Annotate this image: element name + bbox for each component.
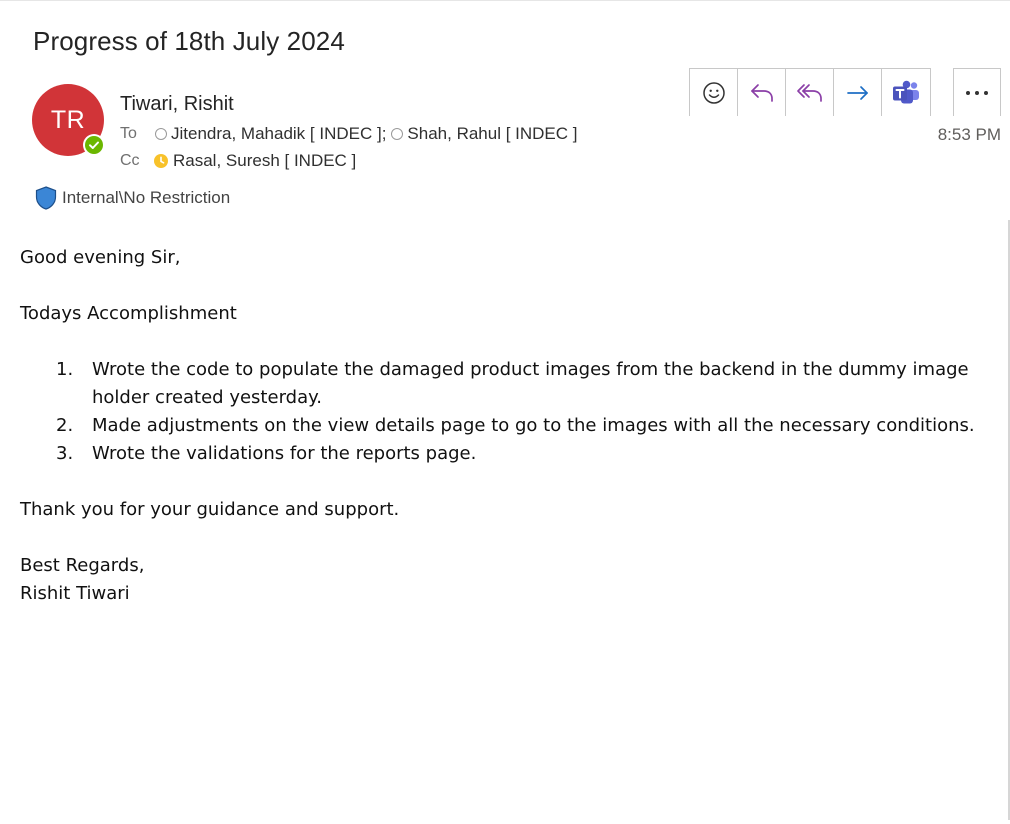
sender-name[interactable]: Tiwari, Rishit — [120, 93, 234, 116]
closing-text: Best Regards, — [20, 555, 145, 576]
thanks-text: Thank you for your guidance and support. — [20, 499, 400, 520]
presence-available-icon — [83, 134, 105, 156]
list-number: 3. — [56, 443, 74, 464]
list-item: 3. Wrote the validations for the reports… — [20, 440, 990, 468]
presence-away-icon — [154, 154, 168, 168]
emoji-icon — [702, 81, 725, 104]
to-label: To — [120, 125, 137, 142]
recipient-name[interactable]: Shah, Rahul [ INDEC ] — [407, 124, 577, 144]
email-body: Good evening Sir, Todays Accomplishment … — [20, 244, 990, 608]
greeting-text: Good evening Sir, — [20, 247, 181, 268]
forward-icon — [846, 85, 868, 100]
more-icon — [966, 90, 988, 95]
cc-label: Cc — [120, 152, 140, 169]
body-heading: Todays Accomplishment — [20, 303, 237, 324]
teams-icon — [893, 80, 919, 103]
reply-all-icon — [796, 83, 822, 102]
more-actions-button[interactable] — [953, 68, 1001, 116]
cc-recipients: Rasal, Suresh [ INDEC ] — [154, 151, 356, 171]
list-item: 2. Made adjustments on the view details … — [20, 412, 990, 440]
signature-text: Rishit Tiwari — [20, 583, 130, 604]
sent-time: 8:53 PM — [937, 125, 1001, 144]
list-number: 1. — [56, 359, 74, 380]
reply-button[interactable] — [738, 69, 786, 116]
list-item-text: Wrote the validations for the reports pa… — [92, 443, 477, 464]
recipient-name[interactable]: Rasal, Suresh [ INDEC ] — [173, 151, 356, 171]
reply-icon — [750, 83, 773, 102]
list-item-text: Made adjustments on the view details pag… — [92, 415, 975, 436]
accomplishment-list: 1. Wrote the code to populate the damage… — [20, 356, 990, 468]
email-subject: Progress of 18th July 2024 — [33, 26, 345, 56]
teams-chat-button[interactable] — [882, 69, 930, 116]
avatar-initials: TR — [50, 105, 86, 134]
list-item: 1. Wrote the code to populate the damage… — [20, 356, 990, 412]
sensitivity-label[interactable]: Internal\No Restriction — [35, 186, 230, 210]
shield-icon — [35, 186, 57, 210]
top-divider — [0, 0, 1010, 1]
sensitivity-text: Internal\No Restriction — [62, 188, 231, 207]
emoji-react-button[interactable] — [690, 69, 738, 116]
to-recipients: Jitendra, Mahadik [ INDEC ]; Shah, Rahul… — [155, 124, 578, 144]
list-number: 2. — [56, 415, 74, 436]
presence-offline-icon — [155, 128, 167, 140]
presence-offline-icon — [391, 128, 404, 140]
recipient-name[interactable]: Jitendra, Mahadik [ INDEC ]; — [171, 124, 386, 144]
list-item-text: Wrote the code to populate the damaged p… — [92, 359, 969, 408]
message-action-toolbar — [689, 68, 931, 116]
reply-all-button[interactable] — [786, 69, 834, 116]
forward-button[interactable] — [834, 69, 882, 116]
